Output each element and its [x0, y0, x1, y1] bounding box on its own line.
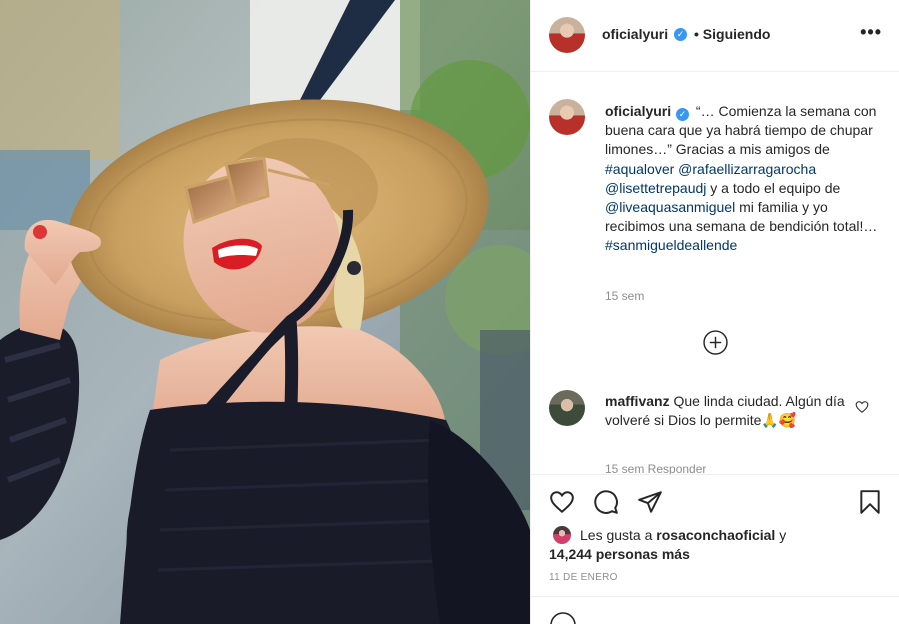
caption-timestamp: 15 sem [605, 289, 645, 303]
post-date[interactable]: 11 DE ENERO [549, 572, 618, 583]
separator-dot: • [694, 26, 699, 42]
emoji-icon[interactable] [549, 611, 577, 624]
caption-link[interactable]: #sanmigueldeallende [605, 237, 737, 253]
verified-badge-icon: ✓ [674, 28, 687, 41]
caption-link[interactable]: @liveaquasanmiguel [605, 199, 735, 215]
liker-username[interactable]: rosaconchaoficial [656, 527, 775, 543]
heart-small-icon[interactable] [855, 400, 869, 414]
caption-text: “… Comienza la semana con buena cara que… [605, 103, 877, 253]
plus-circle-icon[interactable] [703, 330, 728, 355]
paper-plane-icon[interactable] [637, 489, 663, 515]
post-header: oficialyuri ✓ • Siguiendo ••• [531, 0, 899, 72]
avatar[interactable] [549, 17, 585, 53]
following-label: Siguiendo [702, 26, 771, 42]
more-options-icon[interactable]: ••• [860, 22, 882, 43]
likes-count[interactable]: 14,244 personas más [549, 546, 690, 562]
commenter-avatar[interactable] [549, 390, 585, 426]
comment-meta[interactable]: 15 sem Responder [605, 462, 706, 474]
post-caption: oficialyuri ✓ “… Comienza la semana con … [605, 102, 887, 256]
verified-badge-icon: ✓ [676, 108, 690, 121]
caption-avatar[interactable] [549, 99, 585, 135]
action-bar [531, 474, 899, 524]
post-photo[interactable] [0, 0, 530, 624]
caption-link[interactable]: @lisettetrepaudj [605, 180, 706, 196]
comment-icon[interactable] [593, 489, 619, 515]
bookmark-icon[interactable] [857, 489, 883, 515]
heart-icon[interactable] [549, 489, 575, 515]
likes-summary: Les gusta a rosaconchaoficial y 14,244 p… [549, 526, 889, 564]
caption-text-part: y a todo el equipo de [706, 179, 841, 196]
likes-middle: y [775, 527, 787, 543]
photo-woman-sun-hat [0, 0, 530, 624]
caption-link[interactable]: #aqualover [605, 161, 674, 177]
add-comment-area[interactable] [531, 596, 899, 624]
likes-prefix: Les gusta a [580, 527, 657, 543]
post-side-panel: oficialyuri ✓ • Siguiendo ••• oficialyur… [530, 0, 899, 624]
caption-username[interactable]: oficialyuri [605, 103, 671, 119]
comment: maffivanz Que linda ciudad. Algún día vo… [605, 392, 859, 430]
username-link[interactable]: oficialyuri [602, 26, 668, 42]
caption-link[interactable]: @rafaellizarragarocha [678, 161, 816, 177]
follow-status[interactable]: • Siguiendo [694, 26, 770, 42]
comment-username[interactable]: maffivanz [605, 393, 670, 409]
